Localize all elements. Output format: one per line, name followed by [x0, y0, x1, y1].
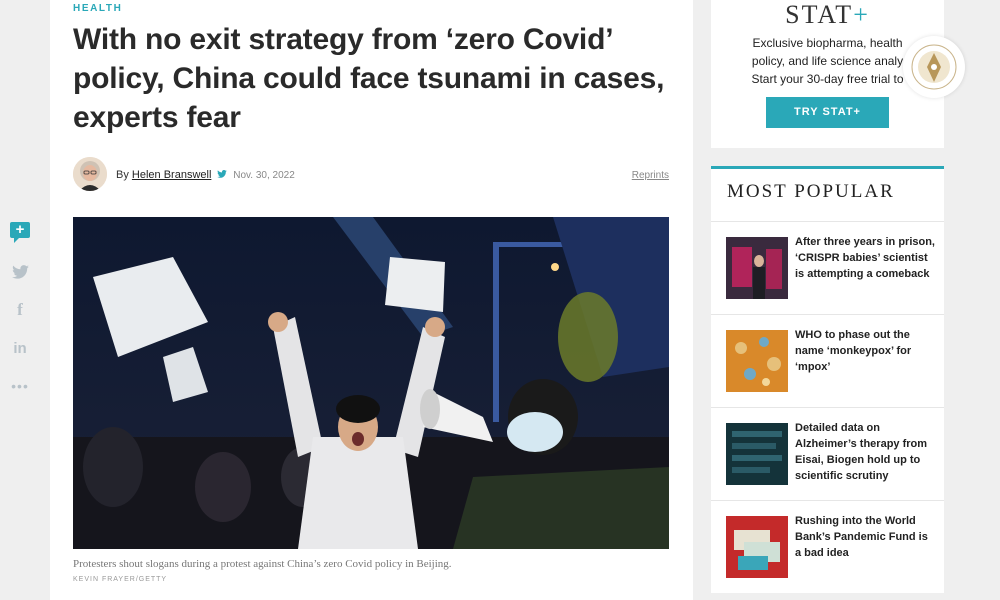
author-line: By Helen Branswell Nov. 30, 2022: [116, 169, 295, 181]
popular-thumbnail[interactable]: [726, 330, 788, 392]
more-icon[interactable]: •••: [9, 375, 31, 397]
stat-logo-text: STAT: [785, 0, 854, 29]
popular-item[interactable]: Detailed data on Alzheimer’s therapy fro…: [711, 407, 944, 501]
twitter-icon[interactable]: [9, 261, 31, 283]
popular-headline[interactable]: After three years in prison, ‘CRISPR bab…: [795, 234, 935, 282]
popular-thumbnail[interactable]: [726, 423, 788, 485]
most-popular-panel: MOST POPULAR After three years in prison…: [711, 166, 944, 593]
popular-thumbnail[interactable]: [726, 516, 788, 578]
article-card: HEALTH With no exit strategy from ‘zero …: [50, 0, 693, 600]
popular-headline[interactable]: WHO to phase out the name ‘monkeypox’ fo…: [795, 327, 935, 375]
seal-emblem: [911, 44, 957, 90]
most-popular-title: MOST POPULAR: [727, 181, 895, 202]
article-headline: With no exit strategy from ‘zero Covid’ …: [73, 23, 665, 134]
article-kicker[interactable]: HEALTH: [73, 3, 122, 14]
social-share-rail: + f in •••: [0, 0, 48, 600]
comment-bubble: +: [10, 222, 30, 243]
author-avatar-portrait: [73, 157, 107, 191]
popular-headline[interactable]: Rushing into the World Bank’s Pandemic F…: [795, 513, 935, 561]
reprints-link[interactable]: Reprints: [632, 170, 669, 181]
author-name-link[interactable]: Helen Branswell: [132, 169, 211, 181]
photo-credit: KEVIN FRAYER/GETTY: [73, 576, 168, 583]
seal-badge-icon[interactable]: [903, 36, 965, 98]
hero-photo: [73, 217, 669, 549]
popular-item[interactable]: After three years in prison, ‘CRISPR bab…: [711, 221, 944, 315]
linkedin-icon[interactable]: in: [9, 337, 31, 359]
stat-logo-plus: +: [853, 0, 870, 29]
twitter-bird-shape: [11, 265, 29, 279]
popular-item[interactable]: WHO to phase out the name ‘monkeypox’ fo…: [711, 314, 944, 408]
facebook-icon[interactable]: f: [9, 299, 31, 321]
stat-plus-logo[interactable]: STAT+: [711, 0, 944, 30]
try-stat-plus-button[interactable]: TRY STAT+: [766, 97, 889, 128]
publish-date: Nov. 30, 2022: [233, 170, 295, 181]
author-twitter-icon[interactable]: [217, 170, 230, 181]
popular-headline[interactable]: Detailed data on Alzheimer’s therapy fro…: [795, 420, 935, 484]
protest-photo-illustration: [73, 217, 669, 549]
popular-thumbnail[interactable]: [726, 237, 788, 299]
byline: By Helen Branswell Nov. 30, 2022 Reprint…: [73, 157, 669, 195]
photo-caption: Protesters shout slogans during a protes…: [73, 558, 452, 570]
popular-item[interactable]: Rushing into the World Bank’s Pandemic F…: [711, 500, 944, 594]
comment-plus-icon[interactable]: +: [9, 219, 31, 243]
byline-prefix: By: [116, 169, 129, 181]
author-avatar[interactable]: [73, 157, 107, 191]
